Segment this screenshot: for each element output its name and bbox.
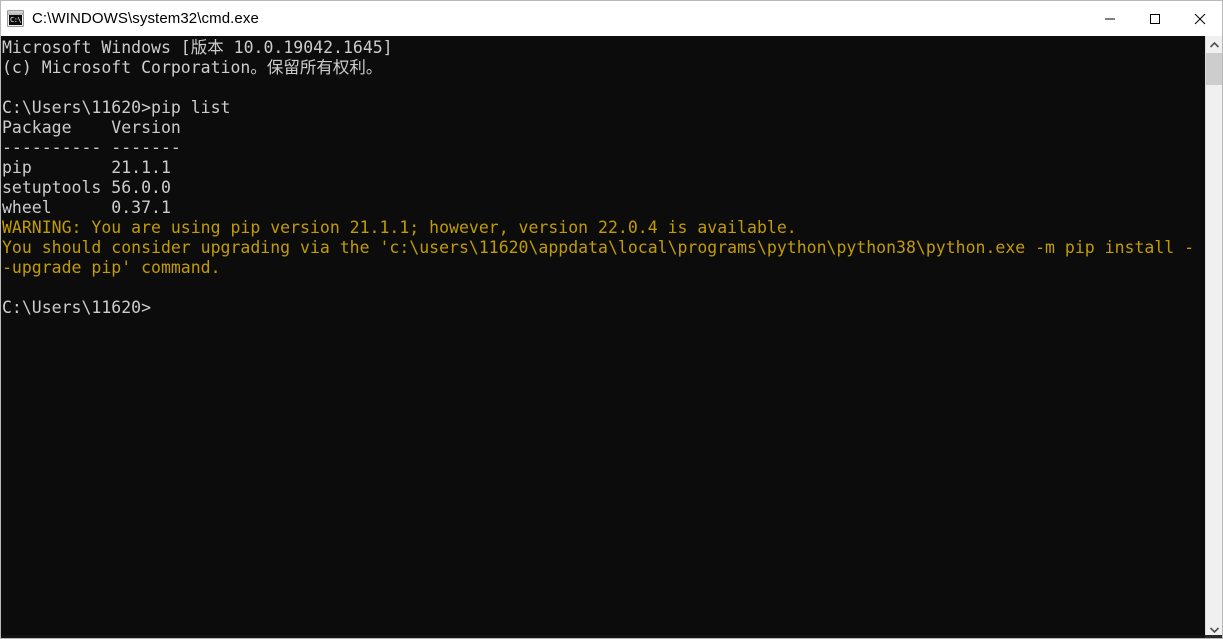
icon-prompt-text: C:\ <box>9 15 22 25</box>
cmd-window: C:\ C:\WINDOWS\system32\cmd.exe Microsof… <box>0 0 1223 639</box>
console-text: Microsoft Windows [版本 10.0.19042.1645] (c… <box>1 36 1205 318</box>
scrollbar-thumb[interactable] <box>1206 53 1222 85</box>
console-line: ---------- ------- <box>2 138 181 157</box>
vertical-scrollbar[interactable] <box>1205 36 1222 638</box>
cmd-console-icon: C:\ <box>7 10 24 27</box>
minimize-button[interactable] <box>1087 1 1132 36</box>
close-button[interactable] <box>1177 1 1222 36</box>
window-titlebar[interactable]: C:\ C:\WINDOWS\system32\cmd.exe <box>1 1 1222 36</box>
console-line: C:\Users\11620>pip list <box>2 98 231 117</box>
console-line: setuptools 56.0.0 <box>2 178 171 197</box>
console-line: (c) Microsoft Corporation。保留所有权利。 <box>2 58 383 77</box>
console-line: -upgrade pip' command. <box>2 258 221 277</box>
console-line: wheel 0.37.1 <box>2 198 171 217</box>
console-line: pip 21.1.1 <box>2 158 171 177</box>
console-line: Microsoft Windows [版本 10.0.19042.1645] <box>2 38 393 57</box>
console-line: C:\Users\11620> <box>2 298 152 317</box>
bottom-edge-artifact <box>1 635 1222 638</box>
chevron-up-icon[interactable] <box>1206 36 1222 53</box>
console-line: WARNING: You are using pip version 21.1.… <box>2 218 797 237</box>
console-line: Package Version <box>2 118 181 137</box>
console-line: You should consider upgrading via the 'c… <box>2 238 1195 257</box>
maximize-button[interactable] <box>1132 1 1177 36</box>
console-output-area[interactable]: Microsoft Windows [版本 10.0.19042.1645] (c… <box>1 36 1205 638</box>
window-controls <box>1087 1 1222 36</box>
window-title: C:\WINDOWS\system32\cmd.exe <box>32 10 259 27</box>
